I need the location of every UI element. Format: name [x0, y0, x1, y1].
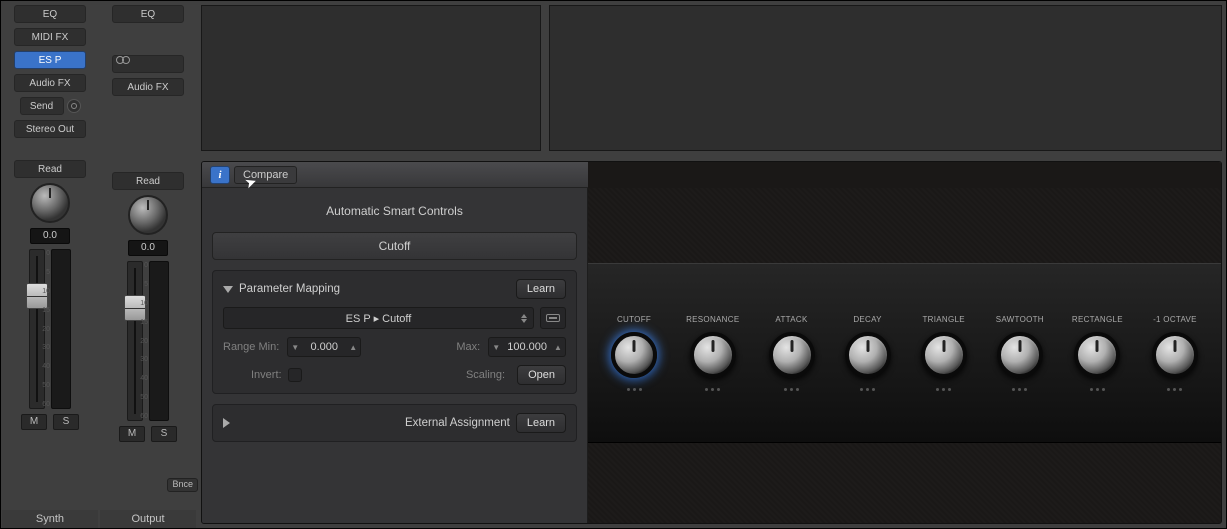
pan-knob[interactable] [30, 183, 70, 223]
knob[interactable] [997, 332, 1043, 378]
range-min-value[interactable]: 0.000 [302, 341, 346, 353]
knob[interactable] [769, 332, 815, 378]
parameter-name-field[interactable]: Cutoff [212, 232, 577, 260]
output-slot[interactable]: Stereo Out [14, 120, 86, 138]
empty-region-right [549, 5, 1222, 151]
knob-indicator-dots [705, 388, 720, 391]
mute-button[interactable]: M [119, 426, 145, 442]
channel-strip-synth: EQ MIDI FX ES P Audio FX Send Stereo Out… [5, 5, 95, 528]
automation-mode[interactable]: Read [112, 172, 184, 190]
channel-name[interactable]: Synth [2, 510, 98, 528]
stereo-icon-slot[interactable] [112, 55, 184, 73]
knob-indicator-dots [1167, 388, 1182, 391]
bounce-button[interactable]: Bnce [167, 478, 198, 492]
instrument-slot[interactable]: ES P [14, 51, 86, 69]
range-min-label: Range Min: [223, 341, 279, 353]
audiofx-slot[interactable]: Audio FX [112, 78, 184, 96]
knob-label: RESONANCE [686, 315, 739, 324]
stepper-up-icon[interactable]: ▲ [346, 343, 360, 352]
smart-controls-inspector: Automatic Smart Controls Cutoff Paramete… [202, 162, 588, 523]
disclosure-triangle-icon[interactable] [223, 286, 233, 293]
smart-knob-rectangle: RECTANGLE [1072, 315, 1123, 391]
compare-button[interactable]: Compare [234, 166, 297, 184]
knob-label: RECTANGLE [1072, 315, 1123, 324]
knob[interactable] [921, 332, 967, 378]
smart-knob-decay: DECAY [844, 315, 892, 391]
mapping-target-menu[interactable]: ES P ▸ Cutoff [223, 307, 534, 329]
range-max-field[interactable]: ▼ 100.000 ▲ [488, 337, 566, 357]
knob-indicator-dots [936, 388, 951, 391]
external-assignment-panel: External Assignment Learn [212, 404, 577, 442]
invert-label: Invert: [251, 369, 282, 381]
pan-value[interactable]: 0.0 [30, 228, 70, 244]
range-max-label: Max: [456, 341, 480, 353]
mapping-options-button[interactable] [540, 307, 566, 329]
knob[interactable] [611, 332, 657, 378]
empty-region-left [201, 5, 541, 151]
knob-row: CUTOFF RESONANCE ATTACK DECAY TRIANGLE SAWTOO… [588, 263, 1221, 443]
smart-knob-triangle: TRIANGLE [920, 315, 968, 391]
inspector-toggle-button[interactable]: i [210, 166, 230, 184]
learn-button[interactable]: Learn [516, 413, 566, 433]
knob-label: SAWTOOTH [996, 315, 1044, 324]
knob-indicator-dots [1012, 388, 1027, 391]
stepper-up-icon[interactable]: ▲ [551, 343, 565, 352]
mute-button[interactable]: M [21, 414, 47, 430]
automation-mode[interactable]: Read [14, 160, 86, 178]
invert-checkbox[interactable] [288, 368, 302, 382]
audiofx-slot[interactable]: Audio FX [14, 74, 86, 92]
send-slot[interactable]: Send [20, 97, 64, 115]
knob[interactable] [1152, 332, 1198, 378]
midifx-slot[interactable]: MIDI FX [14, 28, 86, 46]
channel-name[interactable]: Output [100, 510, 196, 528]
knob[interactable] [690, 332, 736, 378]
send-level-icon[interactable] [67, 99, 81, 113]
surface-texture-top [588, 188, 1221, 263]
level-meter: 0510152030405060 [51, 249, 71, 409]
solo-button[interactable]: S [53, 414, 79, 430]
eq-slot[interactable]: EQ [112, 5, 184, 23]
open-scaling-button[interactable]: Open [517, 365, 566, 385]
right-region: i ➤ Compare Controls EQ ∿∿ Automatic Sma… [197, 1, 1226, 528]
inspector-title: Automatic Smart Controls [202, 194, 587, 232]
panel-title: External Assignment [405, 417, 510, 429]
disclosure-triangle-icon[interactable] [223, 418, 399, 428]
pan-value[interactable]: 0.0 [128, 240, 168, 256]
knob-indicator-dots [860, 388, 875, 391]
arrange-area [197, 1, 1226, 151]
knob-label: ATTACK [775, 315, 807, 324]
level-meter: 0510152030405060 [149, 261, 169, 421]
smart-knob--1-octave: -1 OCTAVE [1151, 315, 1199, 391]
channel-strips: EQ MIDI FX ES P Audio FX Send Stereo Out… [1, 1, 197, 528]
smart-knob-sawtooth: SAWTOOTH [996, 315, 1044, 391]
range-min-field[interactable]: ▼ 0.000 ▲ [287, 337, 361, 357]
scaling-label: Scaling: [466, 369, 505, 381]
smart-knob-attack: ATTACK [767, 315, 815, 391]
knob[interactable] [1074, 332, 1120, 378]
smart-knob-cutoff: CUTOFF [610, 315, 658, 391]
knob-label: CUTOFF [617, 315, 651, 324]
knob-label: TRIANGLE [922, 315, 964, 324]
smart-knob-resonance: RESONANCE [686, 315, 739, 391]
panel-title: Parameter Mapping [239, 283, 340, 295]
mapping-target-label: ES P ▸ Cutoff [346, 312, 412, 325]
channel-strip-output: EQ Audio FX Read 0.0 0510152030405060 B [103, 5, 193, 528]
surface-texture-bottom [588, 443, 1221, 523]
pan-knob[interactable] [128, 195, 168, 235]
knob[interactable] [845, 332, 891, 378]
stepper-down-icon[interactable]: ▼ [489, 343, 503, 352]
knob-indicator-dots [784, 388, 799, 391]
smart-controls-window: i ➤ Compare Controls EQ ∿∿ Automatic Sma… [201, 161, 1222, 524]
stepper-down-icon[interactable]: ▼ [288, 343, 302, 352]
solo-button[interactable]: S [151, 426, 177, 442]
knob-indicator-dots [627, 388, 642, 391]
eq-slot[interactable]: EQ [14, 5, 86, 23]
knob-label: DECAY [853, 315, 881, 324]
knob-label: -1 OCTAVE [1153, 315, 1197, 324]
knob-indicator-dots [1090, 388, 1105, 391]
learn-button[interactable]: Learn [516, 279, 566, 299]
parameter-mapping-panel: Parameter Mapping Learn ES P ▸ Cutoff Ra… [212, 270, 577, 394]
range-max-value[interactable]: 100.000 [503, 341, 551, 353]
smart-controls-surface: CUTOFF RESONANCE ATTACK DECAY TRIANGLE SAWTOO… [588, 162, 1221, 523]
